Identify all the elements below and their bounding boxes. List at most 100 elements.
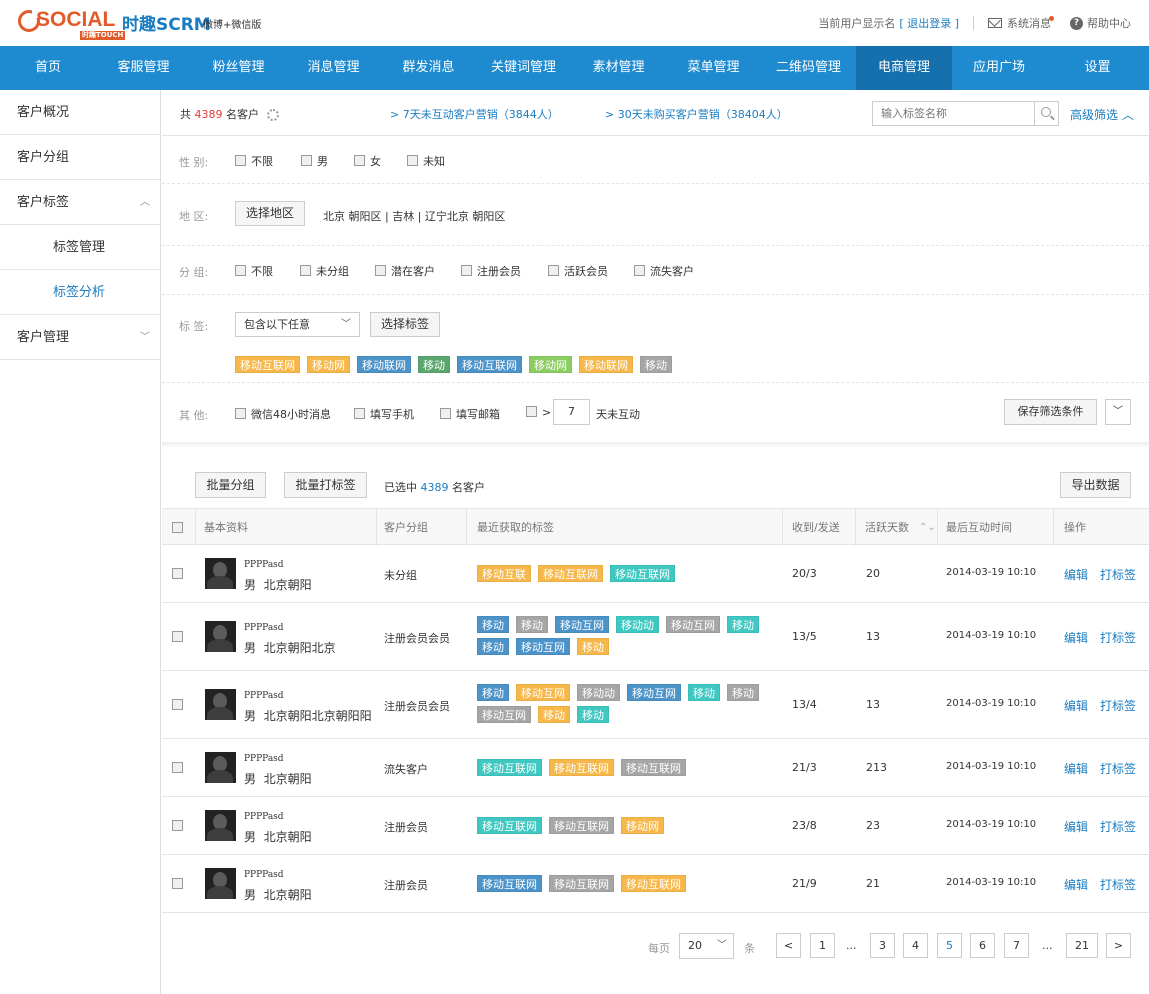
edit-link[interactable]: 编辑 (1064, 762, 1088, 776)
group-option[interactable]: 注册会员 (461, 263, 521, 279)
messages-link[interactable]: 系统消息 (988, 15, 1056, 31)
select-tags-button[interactable]: 选择标签 (370, 312, 440, 337)
checkbox[interactable] (461, 264, 472, 276)
tag-chip[interactable]: 移动动 (577, 684, 620, 701)
group-option[interactable]: 未分组 (300, 263, 349, 279)
tag-chip[interactable]: 移动 (640, 356, 672, 373)
nav-item[interactable]: 客服管理 (96, 46, 191, 90)
tag-chip[interactable]: 移动 (688, 684, 720, 701)
tag-chip[interactable]: 移动互联网 (477, 875, 542, 892)
nav-item[interactable]: 菜单管理 (666, 46, 761, 90)
tag-chip[interactable]: 移动 (577, 706, 609, 723)
tag-chip[interactable]: 移动互联网 (549, 817, 614, 834)
group-option[interactable]: 不限 (235, 263, 273, 279)
tag-chip[interactable]: 移动互联网 (621, 875, 686, 892)
tag-link[interactable]: 打标签 (1100, 568, 1136, 582)
tag-chip[interactable]: 移动互联网 (457, 356, 522, 373)
edit-link[interactable]: 编辑 (1064, 820, 1088, 834)
other-option[interactable]: 填写邮箱 (440, 406, 500, 422)
tag-chip[interactable]: 移动网 (621, 817, 664, 834)
nav-item[interactable]: 群发消息 (381, 46, 476, 90)
checkbox[interactable] (354, 407, 365, 419)
tag-chip[interactable]: 移动 (727, 616, 759, 633)
checkbox[interactable] (172, 819, 183, 831)
inactive-days-option[interactable]: > (526, 406, 551, 419)
sidebar-item-customer-manage[interactable]: 客户管理 ﹀ (0, 315, 160, 360)
tag-chip[interactable]: 移动 (577, 638, 609, 655)
tag-match-select[interactable]: 包含以下任意 ﹀ (235, 312, 360, 337)
help-link[interactable]: ? 帮助中心 (1056, 15, 1131, 31)
row-checkbox[interactable] (172, 698, 188, 711)
checkbox[interactable] (375, 264, 386, 276)
gender-option[interactable]: 男 (301, 153, 328, 169)
tag-link[interactable]: 打标签 (1100, 699, 1136, 713)
row-checkbox[interactable] (172, 761, 188, 774)
gender-option[interactable]: 未知 (407, 153, 445, 169)
logo[interactable]: SOCIAL 时趣TOUCH (18, 8, 133, 40)
checkbox[interactable] (235, 264, 246, 276)
batch-tag-button[interactable]: 批量打标签 (284, 472, 367, 498)
group-option[interactable]: 流失客户 (634, 263, 694, 279)
no-purchase-30d-link[interactable]: > 30天未购买客户营销（38404人） (605, 106, 788, 122)
sort-icon[interactable]: ⌃⌄ (919, 509, 936, 546)
nav-item[interactable]: 首页 (0, 46, 96, 90)
checkbox[interactable] (235, 407, 246, 419)
tag-chip[interactable]: 移动 (477, 638, 509, 655)
tag-chip[interactable]: 移动 (538, 706, 570, 723)
tag-search-input[interactable] (873, 102, 1034, 125)
other-option[interactable]: 微信48小时消息 (235, 406, 331, 422)
tag-chip[interactable]: 移动互联网 (477, 817, 542, 834)
tag-chip[interactable]: 移动互网 (627, 684, 681, 701)
tag-chip[interactable]: 移动 (477, 684, 509, 701)
nav-item[interactable]: 素材管理 (571, 46, 666, 90)
page-button[interactable]: 6 (970, 933, 995, 958)
tag-chip[interactable]: 移动联网 (357, 356, 411, 373)
tag-chip[interactable]: 移动联网 (579, 356, 633, 373)
tag-chip[interactable]: 移动互联网 (549, 759, 614, 776)
search-button[interactable] (1034, 102, 1058, 125)
tag-chip[interactable]: 移动互联网 (538, 565, 603, 582)
checkbox[interactable] (172, 630, 183, 642)
checkbox[interactable] (172, 877, 183, 889)
tag-chip[interactable]: 移动互网 (516, 684, 570, 701)
sidebar-item-tag-manage[interactable]: 标签管理 (0, 225, 160, 270)
checkbox[interactable] (172, 761, 183, 773)
other-option[interactable]: 填写手机 (354, 406, 414, 422)
nav-item[interactable]: 关键词管理 (476, 46, 571, 90)
page-button[interactable]: 1 (810, 933, 835, 958)
row-checkbox[interactable] (172, 567, 188, 580)
inactive-days-input[interactable]: 7 (553, 399, 590, 425)
page-button-current[interactable]: 5 (937, 933, 962, 958)
tag-chip[interactable]: 移动互联 (477, 565, 531, 582)
tag-chip[interactable]: 移动互联网 (477, 759, 542, 776)
save-filter-dropdown[interactable]: ﹀ (1105, 399, 1131, 425)
checkbox[interactable] (354, 154, 365, 166)
per-page-select[interactable]: 20 ﹀ (679, 933, 734, 959)
next-page-button[interactable]: > (1106, 933, 1131, 958)
inactive-7d-link[interactable]: > 7天未互动客户营销（3844人） (390, 106, 559, 122)
checkbox[interactable] (548, 264, 559, 276)
checkbox[interactable] (172, 521, 183, 533)
tag-chip[interactable]: 移动动 (616, 616, 659, 633)
page-button[interactable]: 21 (1066, 933, 1098, 958)
group-option[interactable]: 潜在客户 (375, 263, 435, 279)
tag-chip[interactable]: 移动 (477, 616, 509, 633)
tag-chip[interactable]: 移动互网 (666, 616, 720, 633)
sidebar-item-groups[interactable]: 客户分组 (0, 135, 160, 180)
nav-item[interactable]: 粉丝管理 (191, 46, 286, 90)
nav-item[interactable]: 设置 (1046, 46, 1149, 90)
gender-option[interactable]: 不限 (235, 153, 273, 169)
checkbox[interactable] (526, 406, 537, 417)
checkbox[interactable] (634, 264, 645, 276)
tag-chip[interactable]: 移动网 (307, 356, 350, 373)
page-button[interactable]: 7 (1004, 933, 1029, 958)
tag-chip[interactable]: 移动 (418, 356, 450, 373)
nav-item[interactable]: 电商管理 (856, 46, 952, 90)
batch-group-button[interactable]: 批量分组 (195, 472, 266, 498)
tag-chip[interactable]: 移动网 (529, 356, 572, 373)
tag-link[interactable]: 打标签 (1100, 762, 1136, 776)
checkbox[interactable] (235, 154, 246, 166)
edit-link[interactable]: 编辑 (1064, 568, 1088, 582)
page-button[interactable]: 3 (870, 933, 895, 958)
select-all-checkbox[interactable] (172, 521, 188, 534)
